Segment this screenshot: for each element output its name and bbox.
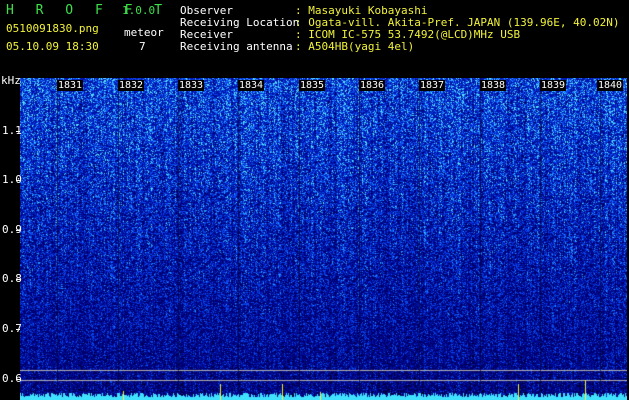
app-version: 1.0.0 [122, 4, 156, 17]
time-tick-label: 1834 [238, 80, 265, 91]
file-name: 0510091830.png [6, 22, 99, 35]
freq-tick-mark [16, 329, 20, 330]
antenna-label: Receiving antenna [180, 40, 293, 53]
meteor-label: meteor [124, 26, 164, 39]
time-tick-label: 1832 [118, 80, 145, 91]
freq-tick-mark [16, 180, 20, 181]
time-tick-label: 1836 [359, 80, 386, 91]
freq-tick-mark [16, 379, 20, 380]
time-tick-label: 1835 [299, 80, 326, 91]
time-tick-label: 1831 [57, 80, 84, 91]
freq-tick-mark [16, 279, 20, 280]
time-tick-label: 1838 [480, 80, 507, 91]
time-tick-label: 1840 [597, 80, 624, 91]
time-tick-label: 1839 [540, 80, 567, 91]
freq-tick-mark [16, 131, 20, 132]
freq-unit-label: kHz [1, 74, 21, 87]
time-tick-label: 1833 [178, 80, 205, 91]
spectrogram-canvas [20, 78, 627, 400]
freq-tick-mark [16, 230, 20, 231]
time-tick-label: 1837 [419, 80, 446, 91]
file-datetime: 05.10.09 18:30 [6, 40, 99, 53]
meteor-count: 7 [139, 40, 146, 53]
antenna-value: : A504HB(yagi 4el) [295, 40, 415, 53]
